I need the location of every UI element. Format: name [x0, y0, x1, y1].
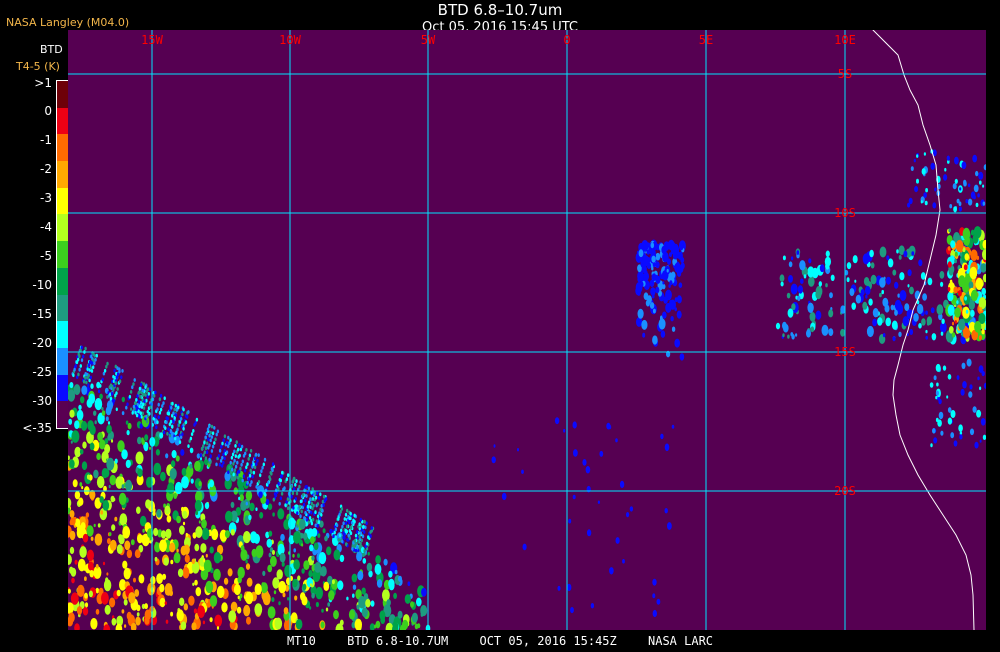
longitude-label: 10E: [834, 33, 856, 47]
longitude-label: 15W: [141, 33, 163, 47]
latitude-label: 15S: [834, 345, 856, 359]
color-scale-tick: -1: [40, 133, 52, 147]
color-scale-tick: <-35: [22, 421, 52, 435]
color-scale-tick: -5: [40, 249, 52, 263]
footer-organization: NASA LARC: [648, 634, 714, 648]
longitude-label: 5E: [699, 33, 713, 47]
color-scale-tick: -15: [32, 307, 52, 321]
color-scale-tick: -25: [32, 365, 52, 379]
latitude-label: 10S: [834, 206, 856, 220]
latitude-label: 20S: [834, 484, 856, 498]
color-scale-tick: 0: [44, 104, 52, 118]
color-scale-tick: -10: [32, 278, 52, 292]
latitude-label: 5S: [838, 67, 852, 81]
longitude-label: 10W: [279, 33, 301, 47]
longitude-label: 0: [563, 33, 570, 47]
satellite-map: 15W 10W 5W 0 5E 10E 5S 10S 15S 20S: [68, 30, 986, 630]
legend-units: T4-5 (K): [16, 60, 60, 73]
color-scale-tick: -2: [40, 162, 52, 176]
color-scale-tick: >1: [34, 76, 52, 90]
footer-product: BTD 6.8-10.7UM: [347, 634, 449, 648]
image-title: BTD 6.8–10.7um: [437, 1, 563, 19]
footer-datetime: OCT 05, 2016 15:45Z: [479, 634, 617, 648]
footer-satellite: MT10: [286, 634, 316, 648]
longitude-label: 5W: [421, 33, 436, 47]
footer-caption: MT10 BTD 6.8-10.7UM OCT 05, 2016 15:45Z …: [0, 630, 1000, 650]
color-scale-tick: -20: [32, 336, 52, 350]
color-scale-tick: -4: [40, 220, 52, 234]
color-scale-tick: -30: [32, 394, 52, 408]
legend-title: BTD: [40, 43, 63, 56]
map-background: [68, 30, 986, 630]
color-scale-tick: -3: [40, 191, 52, 205]
